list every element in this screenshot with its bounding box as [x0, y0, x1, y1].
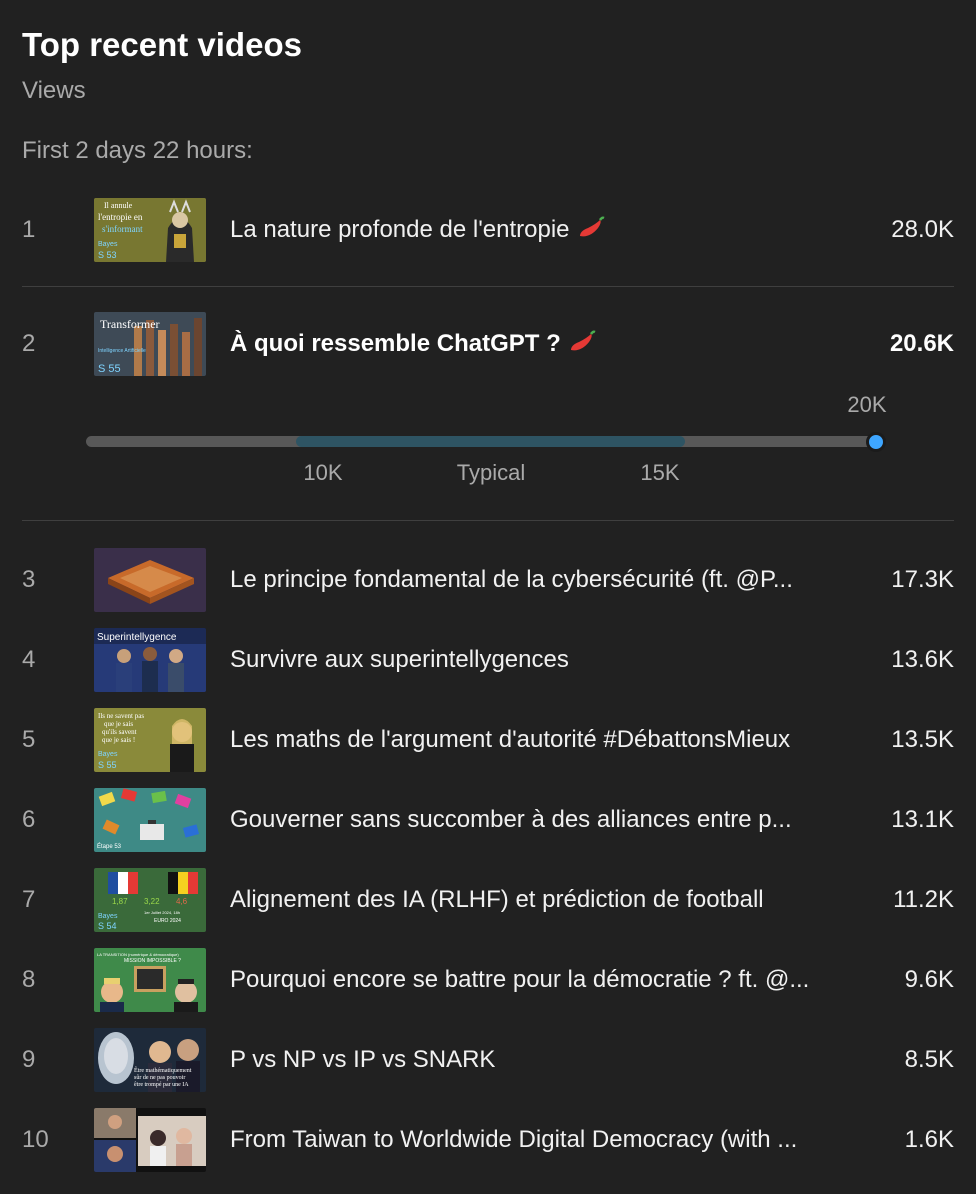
thumb-text: 1er Juillet 2024, 18h	[144, 910, 180, 915]
divider	[22, 520, 954, 521]
video-title[interactable]: Survivre aux superintellygences	[230, 646, 569, 674]
view-count: 13.6K	[891, 646, 954, 673]
rank-number: 7	[22, 886, 36, 913]
video-title[interactable]: From Taiwan to Worldwide Digital Democra…	[230, 1126, 797, 1154]
rank-number: 6	[22, 806, 36, 833]
thumb-text: 1,87	[112, 897, 128, 906]
divider	[22, 286, 954, 287]
thumb-text: Bayes	[98, 241, 118, 248]
rank-number: 2	[22, 330, 36, 357]
video-row[interactable]: 10 From Taiwan to Worldwide Digital Demo…	[0, 1108, 976, 1172]
view-count: 13.5K	[891, 726, 954, 753]
typical-low-label: 10K	[303, 460, 343, 485]
current-value-label: 20K	[847, 392, 887, 417]
rank-number: 10	[22, 1126, 49, 1153]
rank-number: 1	[22, 216, 36, 243]
video-thumbnail[interactable]: Être mathématiquement sûr de ne pas pouv…	[94, 1028, 206, 1092]
video-title-text: À quoi ressemble ChatGPT ?	[230, 330, 561, 357]
view-count: 8.5K	[904, 1046, 954, 1073]
view-count: 17.3K	[891, 566, 954, 593]
rank-number: 8	[22, 966, 36, 993]
rank-number: 4	[22, 646, 36, 673]
typical-high-label: 15K	[640, 460, 680, 485]
thumb-text: être trompé par une IA	[134, 1082, 189, 1088]
thumb-text: Bayes	[98, 913, 118, 920]
video-thumbnail[interactable]: Superintellygence	[94, 628, 206, 692]
thumb-text: 4,6	[176, 897, 188, 906]
video-title-text: La nature profonde de l'entropie	[230, 216, 570, 243]
thumb-text: que je sais	[104, 720, 133, 728]
video-thumbnail[interactable]: Étape 53	[94, 788, 206, 852]
view-count: 20.6K	[889, 330, 954, 357]
thumb-text: s'informant	[102, 224, 143, 234]
metric-subtitle: Views	[22, 77, 86, 104]
video-row[interactable]: 7 1,87 3,22 4,6 1er Juillet 2024, 18h EU…	[0, 868, 976, 932]
view-count: 11.2K	[893, 886, 954, 913]
video-row[interactable]: 8 LA TRANSITION (numérique & démocratiqu…	[0, 948, 976, 1012]
video-title[interactable]: P vs NP vs IP vs SNARK	[230, 1046, 495, 1074]
video-row[interactable]: 2 Transformer Intelligence Artificielle …	[0, 312, 976, 376]
rank-number: 5	[22, 726, 36, 753]
video-title[interactable]: Pourquoi encore se battre pour la démocr…	[230, 966, 809, 994]
thumb-text: que je sais !	[102, 736, 135, 744]
video-title[interactable]: Le principe fondamental de la cybersécur…	[230, 566, 793, 594]
thumb-text: Il annule	[104, 201, 133, 210]
video-row[interactable]: 3 Le principe fondamental de la cyberséc…	[0, 548, 976, 612]
thumb-text: MISSION IMPOSSIBLE ?	[124, 958, 181, 964]
video-row[interactable]: 4 Superintellygence Survivre aux superin…	[0, 628, 976, 692]
thumb-text: S 54	[98, 921, 117, 931]
view-count: 9.6K	[904, 966, 954, 993]
view-count: 13.1K	[891, 806, 954, 833]
thumb-text: Ils ne savent pas	[98, 712, 144, 720]
thumb-text: Être mathématiquement	[134, 1066, 192, 1074]
video-thumbnail[interactable]	[94, 548, 206, 612]
video-title[interactable]: Alignement des IA (RLHF) et prédiction d…	[230, 886, 764, 914]
thumb-text: 3,22	[144, 897, 160, 906]
video-thumbnail[interactable]: LA TRANSITION (numérique & démocratique)…	[94, 948, 206, 1012]
current-value-marker[interactable]	[866, 432, 886, 452]
thumb-text: Superintellygence	[97, 632, 177, 643]
video-row[interactable]: 5 Ils ne savent pas que je sais qu'ils s…	[0, 708, 976, 772]
video-thumbnail[interactable]	[94, 1108, 206, 1172]
thumb-text: S 53	[98, 250, 117, 260]
thumb-text: Transformer	[100, 317, 160, 331]
video-title[interactable]: Les maths de l'argument d'autorité #Déba…	[230, 726, 790, 754]
thumb-text: Intelligence Artificielle	[98, 348, 146, 354]
page-title: Top recent videos	[22, 26, 302, 63]
video-thumbnail[interactable]: Ils ne savent pas que je sais qu'ils sav…	[94, 708, 206, 772]
thumb-text: qu'ils savent	[102, 728, 137, 736]
video-row[interactable]: 6 Étape 53 Gouverner sans succomber à de…	[0, 788, 976, 852]
video-thumbnail[interactable]: Transformer Intelligence Artificielle S …	[94, 312, 206, 376]
period-label: First 2 days 22 hours:	[22, 137, 253, 164]
video-row[interactable]: 1 Il annule l'entropie en s'informant Ba…	[0, 198, 976, 262]
video-thumbnail[interactable]: Il annule l'entropie en s'informant Baye…	[94, 198, 206, 262]
video-title[interactable]: Gouverner sans succomber à des alliances…	[230, 806, 792, 834]
thumb-text: sûr de ne pas pouvoir	[134, 1075, 185, 1081]
thumb-text: Étape 53	[97, 843, 122, 850]
typical-range-bar	[296, 436, 685, 447]
typical-label: Typical	[456, 460, 526, 485]
view-count: 28.0K	[891, 216, 954, 243]
thumb-text: S 55	[98, 363, 121, 375]
chili-pepper-icon	[579, 216, 605, 237]
thumb-text: LA TRANSITION (numérique & démocratique)	[97, 952, 179, 957]
video-title[interactable]: La nature profonde de l'entropie	[230, 216, 606, 244]
thumb-text: EURO 2024	[154, 918, 181, 924]
thumb-text: l'entropie en	[98, 212, 143, 222]
video-row[interactable]: 9 Être mathématiquement sûr de ne pas po…	[0, 1028, 976, 1092]
thumb-text: Bayes	[98, 751, 118, 758]
view-count: 1.6K	[904, 1126, 954, 1153]
chili-pepper-icon	[570, 330, 596, 351]
rank-number: 9	[22, 1046, 36, 1073]
video-title[interactable]: À quoi ressemble ChatGPT ?	[230, 330, 597, 358]
thumb-text: S 55	[98, 760, 117, 770]
rank-number: 3	[22, 566, 36, 593]
video-thumbnail[interactable]: 1,87 3,22 4,6 1er Juillet 2024, 18h EURO…	[94, 868, 206, 932]
